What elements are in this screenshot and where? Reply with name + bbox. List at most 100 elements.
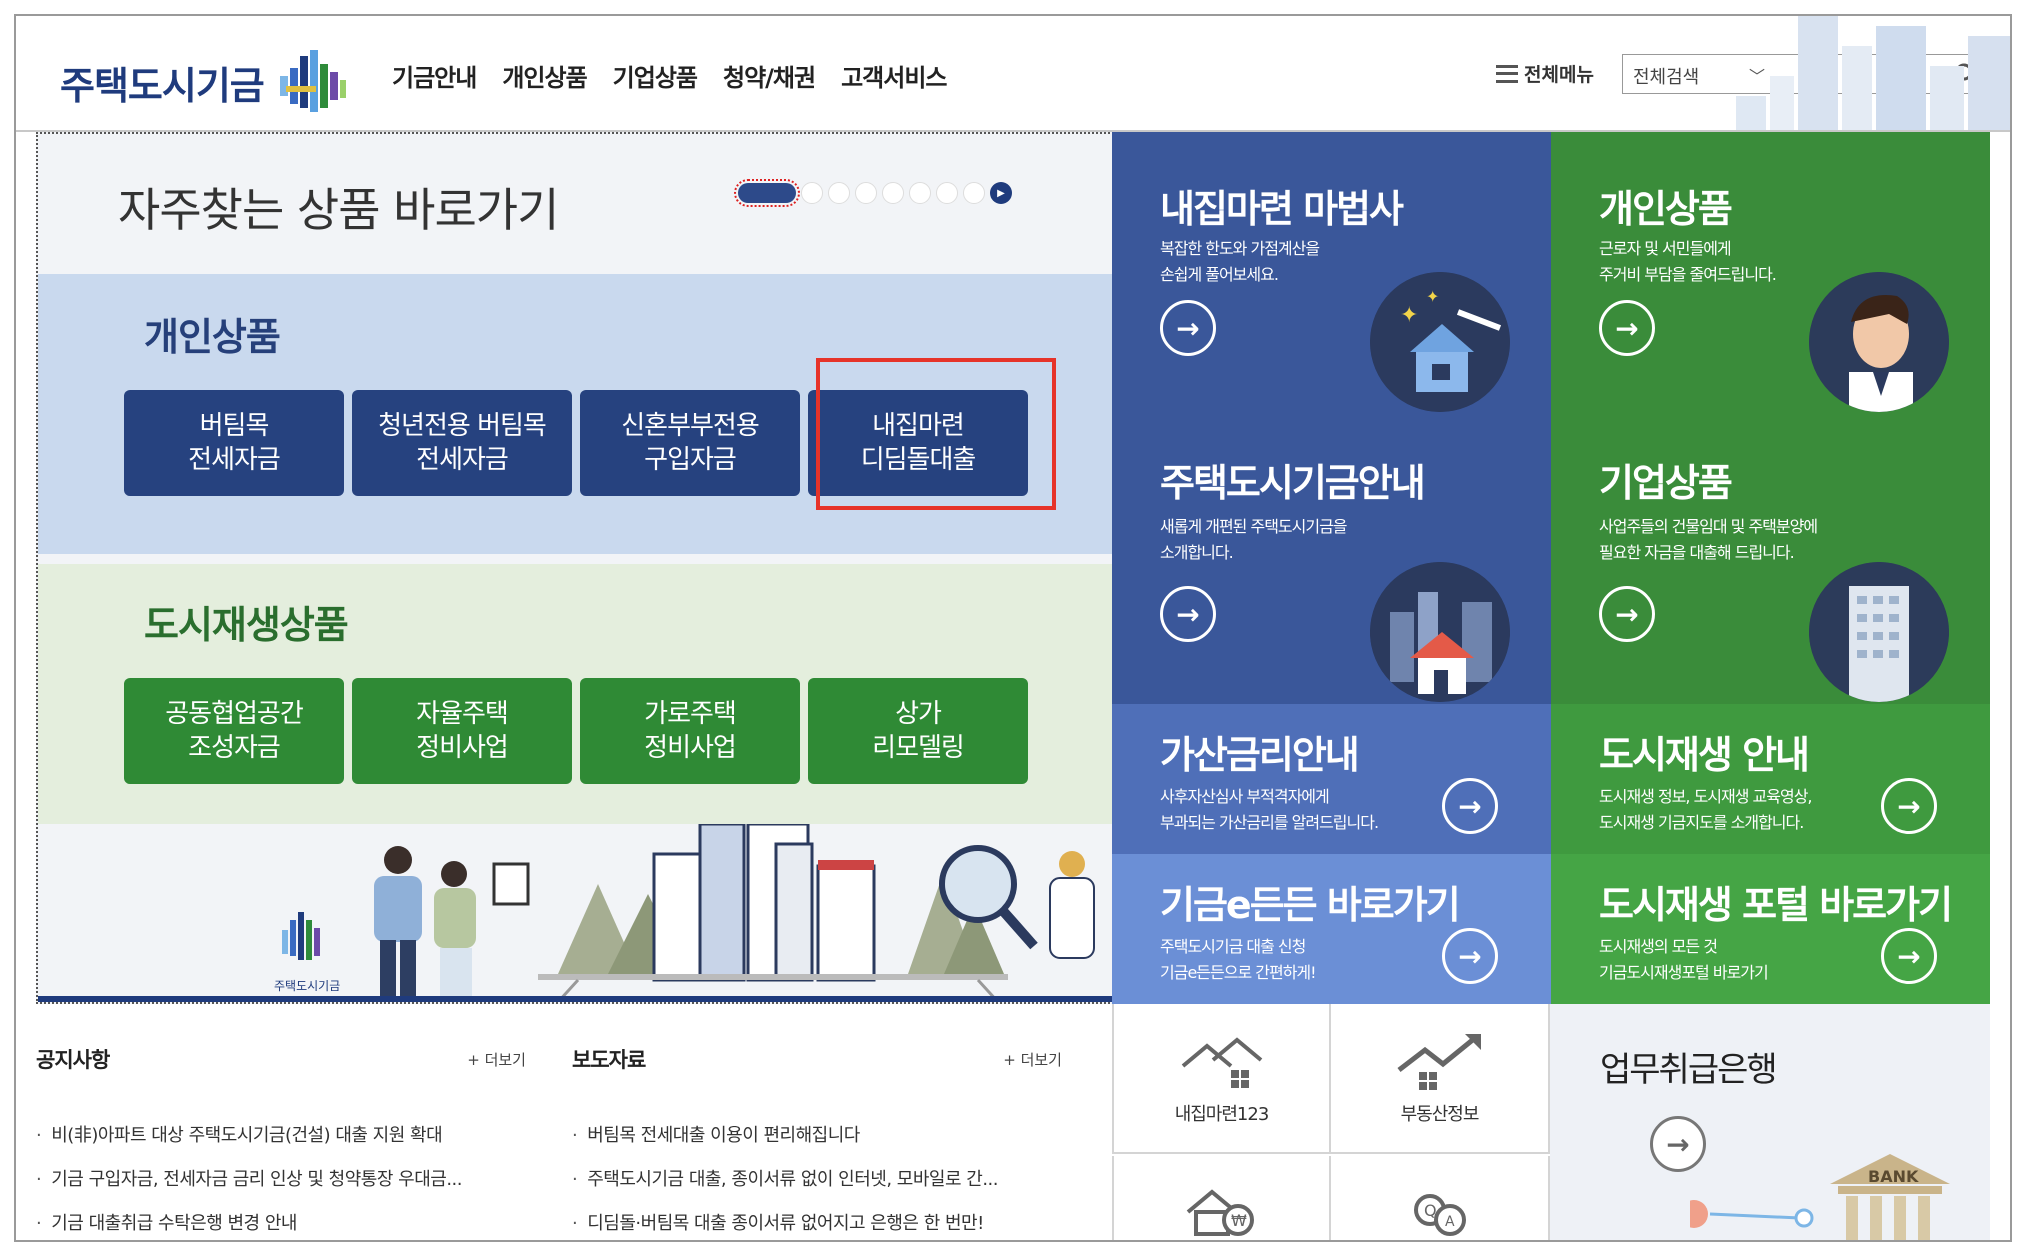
- tile-title: 도시재생 포털 바로가기: [1599, 883, 1953, 927]
- tile-description: 근로자 및 서민들에게 주거비 부담을 줄여드립니다.: [1599, 239, 1777, 284]
- pager-dot[interactable]: [882, 182, 904, 204]
- tile-additional-rate[interactable]: 가산금리안내 사후자산심사 부적격자에게 부과되는 가산금리를 알려드립니다. …: [1112, 704, 1551, 854]
- tile-corporate-products[interactable]: 기업상품 사업주들의 건물임대 및 주택분양에 필요한 자금을 대출해 드립니다…: [1551, 418, 1990, 704]
- pager-dot[interactable]: [855, 182, 877, 204]
- urban-products-section: 도시재생상품 공동협업공간 조성자금 자율주택 정비사업 가로주택 정비사업 상…: [38, 564, 1128, 854]
- notice-more-link[interactable]: + 더보기: [467, 1049, 526, 1070]
- global-nav: 기금안내 개인상품 기업상품 청약/채권 고객서비스: [392, 58, 947, 93]
- nav-customer-service[interactable]: 고객서비스: [841, 58, 947, 93]
- svg-text:Q: Q: [1424, 1201, 1437, 1220]
- arrow-right-icon[interactable]: →: [1599, 586, 1655, 642]
- illust-logo-text: 주택도시기금: [274, 979, 340, 993]
- bottom-section: 공지사항 + 더보기 비(非)아파트 대상 주택도시기금(건설) 대출 지원 확…: [16, 1004, 2010, 1240]
- notice-board: 공지사항 + 더보기 비(非)아파트 대상 주택도시기금(건설) 대출 지원 확…: [36, 1044, 526, 1240]
- urban-section-title: 도시재생상품: [144, 603, 349, 647]
- trend-up-icon: [1396, 1034, 1481, 1090]
- product-button-newlywed-purchase[interactable]: 신혼부부전용 구입자금: [580, 390, 800, 496]
- tile-urban-regeneration[interactable]: 도시재생 안내 도시재생 정보, 도시재생 교육영상, 도시재생 기금지도를 소…: [1551, 704, 1990, 854]
- panel-title: 자주찾는 상품 바로가기: [118, 183, 559, 237]
- arrow-right-icon[interactable]: →: [1160, 300, 1216, 356]
- tile-personal-products[interactable]: 개인상품 근로자 및 서민들에게 주거비 부담을 줄여드립니다. →: [1551, 132, 1990, 418]
- site-logo[interactable]: 주택도시기금: [60, 50, 348, 114]
- all-menu-button[interactable]: 전체메뉴: [1496, 60, 1594, 87]
- quick-loan-calculator[interactable]: ₩: [1112, 1156, 1331, 1240]
- tile-description: 사업주들의 건물임대 및 주택분양에 필요한 자금을 대출해 드립니다.: [1599, 517, 1818, 562]
- product-button-didimdol-loan[interactable]: 내집마련 디딤돌대출: [808, 390, 1028, 496]
- notice-item[interactable]: 기금 구입자금, 전세자금 금리 인상 및 청약통장 우대금...: [36, 1158, 526, 1202]
- nav-fund-info[interactable]: 기금안내: [392, 58, 477, 93]
- product-button-shop-remodeling[interactable]: 상가 리모델링: [808, 678, 1028, 784]
- arrow-right-icon[interactable]: →: [1881, 778, 1937, 834]
- tile-title: 가산금리안내: [1160, 733, 1360, 777]
- office-building-icon: [1809, 562, 1949, 702]
- tile-title: 기업상품: [1599, 461, 1733, 505]
- all-menu-label: 전체메뉴: [1524, 64, 1594, 86]
- house-wizard-icon: ✦ ✦: [1370, 272, 1510, 412]
- pager-dot[interactable]: [936, 182, 958, 204]
- nav-personal-products[interactable]: 개인상품: [502, 58, 587, 93]
- press-more-link[interactable]: + 더보기: [1003, 1049, 1062, 1070]
- tile-title: 도시재생 안내: [1599, 733, 1810, 777]
- svg-text:₩: ₩: [1231, 1211, 1247, 1230]
- tile-title: 내집마련 마법사: [1160, 187, 1404, 231]
- tile-description: 복잡한 한도와 가점계산을 손쉽게 풀어보세요.: [1160, 239, 1320, 284]
- houses-icon: [1181, 1037, 1262, 1088]
- city-illustration: 주택도시기금: [38, 824, 1128, 1002]
- quick-label: 내집마련123: [1174, 1104, 1270, 1125]
- svg-text:✦: ✦: [1400, 303, 1418, 328]
- panel-bottom-bar: [38, 996, 1128, 1002]
- press-item[interactable]: 버팀목 전세대출 이용이 편리해집니다: [572, 1114, 1062, 1158]
- handling-bank-card[interactable]: 업무취급은행 → BANK: [1550, 1004, 1990, 1240]
- tile-fund-edeundeun[interactable]: 기금e든든 바로가기 주택도시기금 대출 신청 기금e든든으로 간편하게! →: [1112, 854, 1551, 1004]
- qa-icon: Q A: [1413, 1194, 1466, 1236]
- press-title: 보도자료: [572, 1048, 646, 1072]
- quick-tiles: 내집마련 마법사 복잡한 한도와 가점계산을 손쉽게 풀어보세요. → ✦ ✦ …: [1112, 132, 1990, 1004]
- press-item[interactable]: 주택도시기금 대출, 종이서류 없이 인터넷, 모바일로 간...: [572, 1158, 1062, 1202]
- tile-urban-portal[interactable]: 도시재생 포털 바로가기 도시재생의 모든 것 기금도시재생포털 바로가기 →: [1551, 854, 1990, 1004]
- tile-fund-info[interactable]: 주택도시기금안내 새롭게 개편된 주택도시기금을 소개합니다. →: [1112, 418, 1551, 704]
- press-board: 보도자료 + 더보기 버팀목 전세대출 이용이 편리해집니다 주택도시기금 대출…: [572, 1044, 1062, 1240]
- product-button-street-housing[interactable]: 가로주택 정비사업: [580, 678, 800, 784]
- header: 주택도시기금 기금안내 개인상품 기업상품 청약/채권 고객서비스 전체메뉴 전…: [16, 16, 2010, 132]
- tile-title: 개인상품: [1599, 187, 1733, 231]
- arrow-right-icon[interactable]: →: [1599, 300, 1655, 356]
- urban-button-row: 공동협업공간 조성자금 자율주택 정비사업 가로주택 정비사업 상가 리모델링: [124, 678, 1028, 784]
- pager-dot[interactable]: [909, 182, 931, 204]
- play-icon[interactable]: ▶: [990, 182, 1012, 204]
- personal-button-row: 버팀목 전세자금 청년전용 버팀목 전세자금 신혼부부전용 구입자금 내집마련 …: [124, 390, 1028, 496]
- personal-section-title: 개인상품: [144, 315, 281, 359]
- svg-text:✦: ✦: [1426, 287, 1439, 306]
- nav-subscription-bonds[interactable]: 청약/채권: [723, 58, 816, 93]
- quick-faq[interactable]: Q A: [1331, 1156, 1550, 1240]
- product-button-beotimmok[interactable]: 버팀목 전세자금: [124, 390, 344, 496]
- pager-dot[interactable]: [963, 182, 985, 204]
- slide-pager: ▶: [734, 179, 1012, 207]
- tile-description: 도시재생 정보, 도시재생 교육영상, 도시재생 기금지도를 소개합니다.: [1599, 787, 1813, 832]
- product-button-autonomous-housing[interactable]: 자율주택 정비사업: [352, 678, 572, 784]
- tile-house-wizard[interactable]: 내집마련 마법사 복잡한 한도와 가점계산을 손쉽게 풀어보세요. → ✦ ✦: [1112, 132, 1551, 418]
- pager-dot[interactable]: [801, 182, 823, 204]
- house-won-icon: ₩: [1186, 1189, 1254, 1236]
- arrow-right-icon[interactable]: →: [1881, 928, 1937, 984]
- product-button-youth-beotimmok[interactable]: 청년전용 버팀목 전세자금: [352, 390, 572, 496]
- bank-building-icon: BANK: [1690, 1154, 1950, 1240]
- personal-products-section: 개인상품 버팀목 전세자금 청년전용 버팀목 전세자금 신혼부부전용 구입자금 …: [38, 274, 1128, 554]
- tile-description: 새롭게 개편된 주택도시기금을 소개합니다.: [1160, 517, 1348, 562]
- quick-house123[interactable]: 내집마련123: [1112, 1004, 1331, 1154]
- arrow-right-icon[interactable]: →: [1160, 586, 1216, 642]
- arrow-right-icon[interactable]: →: [1442, 928, 1498, 984]
- pager-dot-active[interactable]: [734, 179, 800, 207]
- tile-title: 주택도시기금안내: [1160, 461, 1426, 505]
- quick-label: 부동산정보: [1400, 1104, 1480, 1125]
- notice-item[interactable]: 비(非)아파트 대상 주택도시기금(건설) 대출 지원 확대: [36, 1114, 526, 1158]
- nav-corporate-products[interactable]: 기업상품: [613, 58, 698, 93]
- quick-real-estate-info[interactable]: 부동산정보: [1331, 1004, 1550, 1154]
- arrow-right-icon[interactable]: →: [1442, 778, 1498, 834]
- pager-dot[interactable]: [828, 182, 850, 204]
- notice-item[interactable]: 기금 대출취급 수탁은행 변경 안내: [36, 1202, 526, 1240]
- tile-description: 사후자산심사 부적격자에게 부과되는 가산금리를 알려드립니다.: [1160, 787, 1379, 832]
- bank-title: 업무취급은행: [1600, 1050, 1778, 1090]
- product-button-coworking[interactable]: 공동협업공간 조성자금: [124, 678, 344, 784]
- press-item[interactable]: 디딤돌·버팀목 대출 종이서류 없어지고 은행은 한 번만!: [572, 1202, 1062, 1240]
- tile-description: 주택도시기금 대출 신청 기금e든든으로 간편하게!: [1160, 937, 1317, 982]
